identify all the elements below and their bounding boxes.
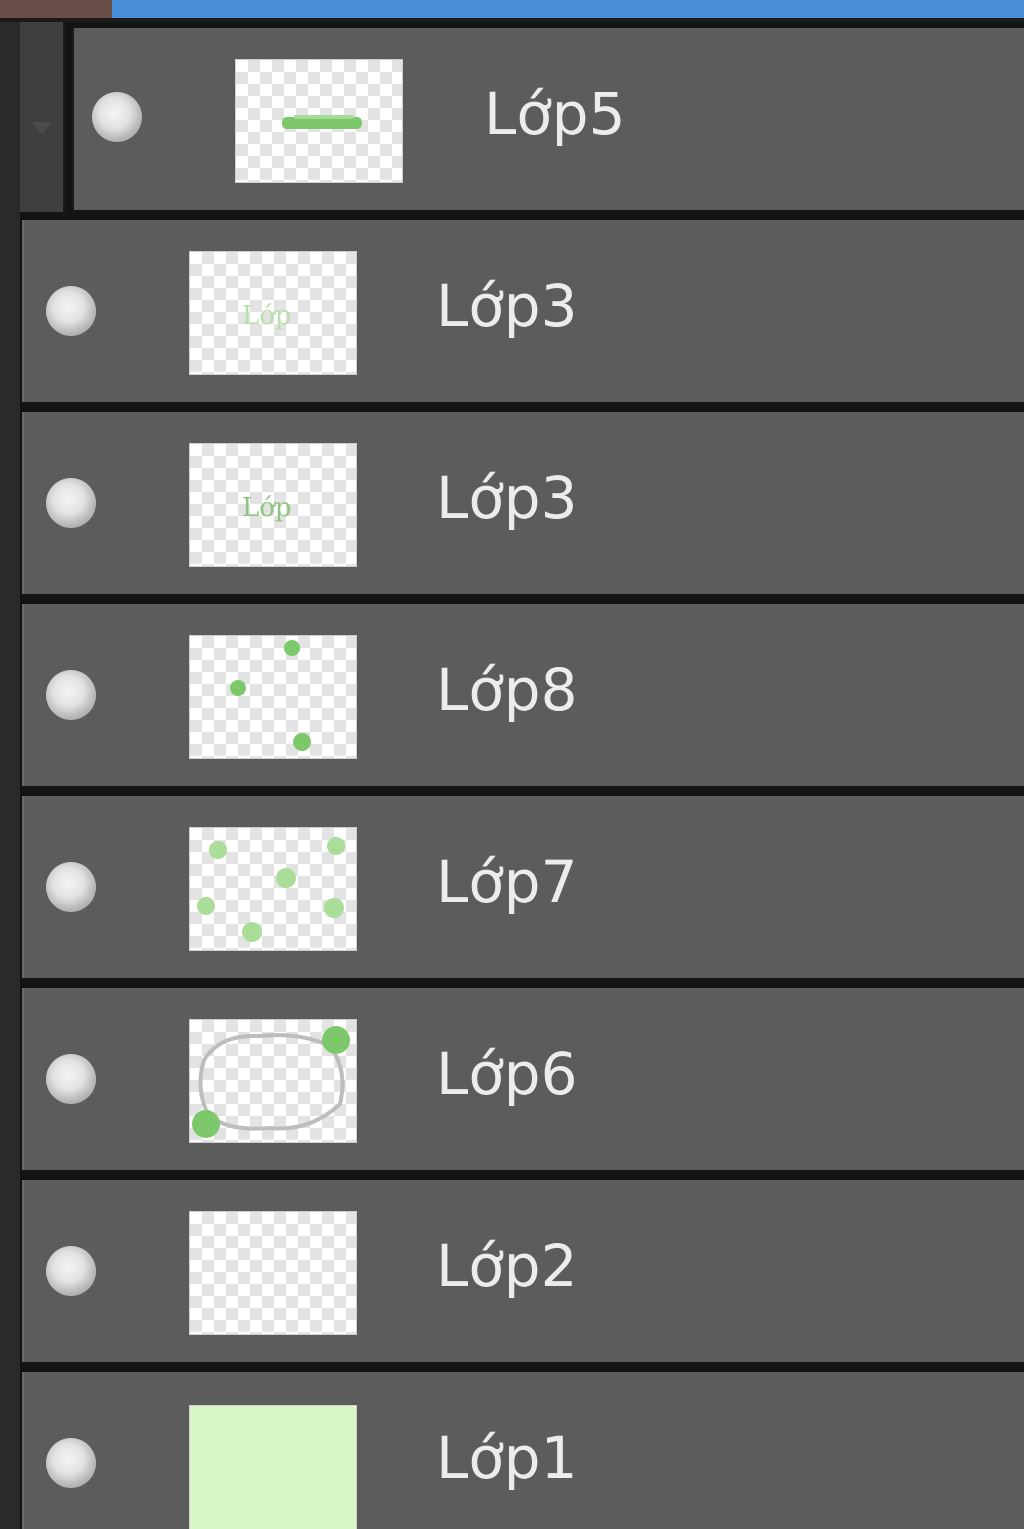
visibility-toggle-icon[interactable] <box>46 670 96 720</box>
svg-text:Lớp: Lớp <box>242 493 292 523</box>
visibility-toggle-icon[interactable] <box>46 862 96 912</box>
layer-thumbnail <box>190 828 356 950</box>
layer-row[interactable]: Lớp7 <box>22 796 1024 978</box>
layer-name: Lớp3 <box>436 464 578 532</box>
layer-thumbnail <box>236 60 402 182</box>
layer-row[interactable]: Lớp2 <box>22 1180 1024 1362</box>
layers-left-rail <box>0 22 20 1529</box>
layer-name: Lớp6 <box>436 1040 578 1108</box>
visibility-toggle-icon[interactable] <box>46 1054 96 1104</box>
layer-row[interactable]: Lớp Lớp3 <box>22 220 1024 402</box>
layer-thumbnail: Lớp <box>190 252 356 374</box>
layer-row[interactable]: Lớp1 <box>22 1372 1024 1529</box>
layer-thumbnail <box>190 1406 356 1529</box>
layer-row[interactable]: Lớp Lớp3 <box>22 412 1024 594</box>
selected-layer-strip[interactable] <box>0 0 1024 22</box>
layer-thumbnail <box>190 636 356 758</box>
layer-name: Lớp1 <box>436 1424 578 1492</box>
layer-thumbnail <box>190 1212 356 1334</box>
visibility-toggle-icon[interactable] <box>92 92 142 142</box>
green-text-icon: Lớp <box>242 301 292 331</box>
layer-name: Lớp3 <box>436 272 578 340</box>
layer-row[interactable]: Lớp6 <box>22 988 1024 1170</box>
visibility-toggle-icon[interactable] <box>46 478 96 528</box>
green-dots-icon <box>230 640 311 751</box>
selected-layer-strip-left <box>0 0 112 18</box>
layer-group-indent <box>20 22 66 212</box>
layer-row[interactable]: Lớp8 <box>22 604 1024 786</box>
green-scatter-icon <box>197 837 345 942</box>
green-text-icon: Lớp <box>242 493 292 523</box>
layer-name: Lớp7 <box>436 848 578 916</box>
svg-text:Lớp: Lớp <box>242 301 292 331</box>
layer-name: Lớp2 <box>436 1232 578 1300</box>
visibility-toggle-icon[interactable] <box>46 286 96 336</box>
visibility-toggle-icon[interactable] <box>46 1438 96 1488</box>
layer-thumbnail <box>190 1020 356 1142</box>
chevron-down-icon <box>32 122 52 134</box>
green-frame-icon <box>192 1026 350 1138</box>
layer-name: Lớp5 <box>484 80 626 148</box>
layer-thumbnail: Lớp <box>190 444 356 566</box>
layer-name: Lớp8 <box>436 656 578 724</box>
layer-row[interactable]: Lớp5 <box>72 28 1024 210</box>
visibility-toggle-icon[interactable] <box>46 1246 96 1296</box>
green-stroke-icon <box>282 115 362 129</box>
